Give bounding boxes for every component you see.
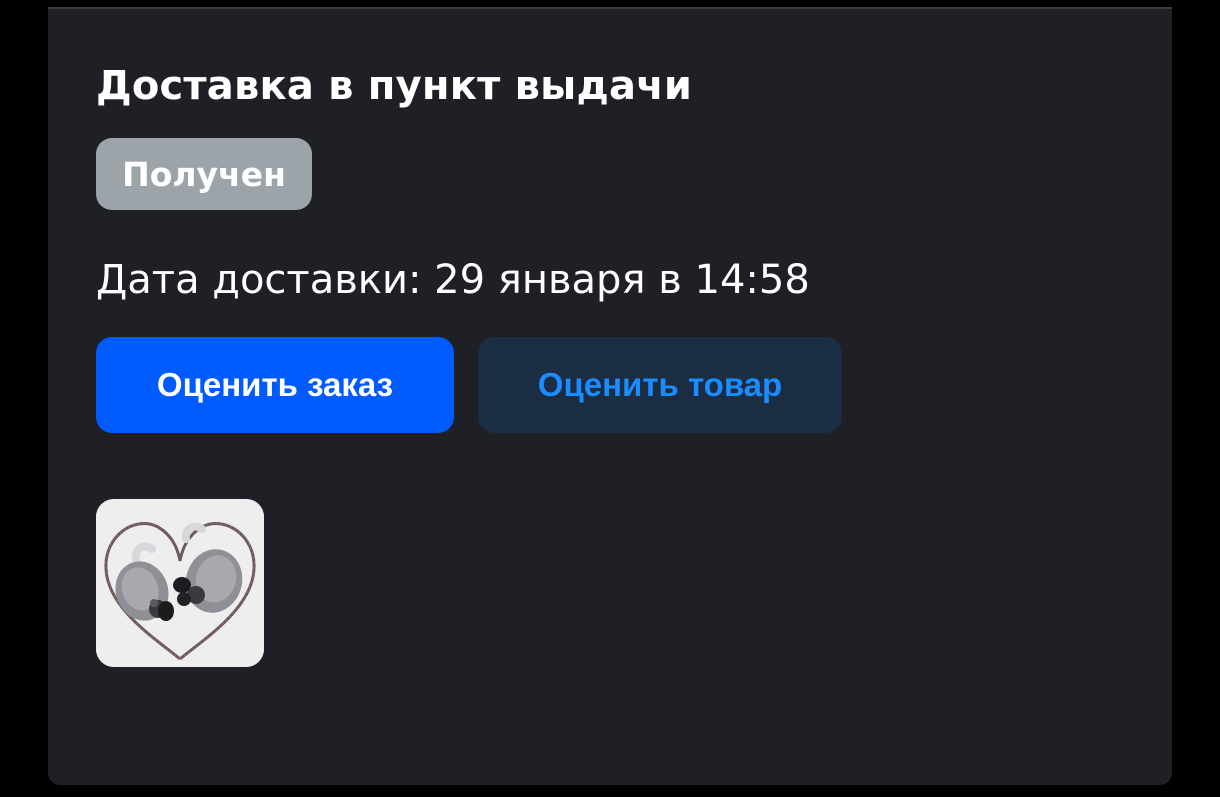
status-badge: Получен [96,138,312,210]
rate-product-button[interactable]: Оценить товар [478,337,842,433]
rate-order-button[interactable]: Оценить заказ [96,337,454,433]
delivery-title: Доставка в пункт выдачи [96,63,693,109]
earphones-image [96,499,264,667]
product-thumbnail[interactable] [96,499,264,667]
delivery-date: Дата доставки: 29 января в 14:58 [96,257,810,303]
order-card: Доставка в пункт выдачи Получен Дата дос… [48,7,1172,785]
